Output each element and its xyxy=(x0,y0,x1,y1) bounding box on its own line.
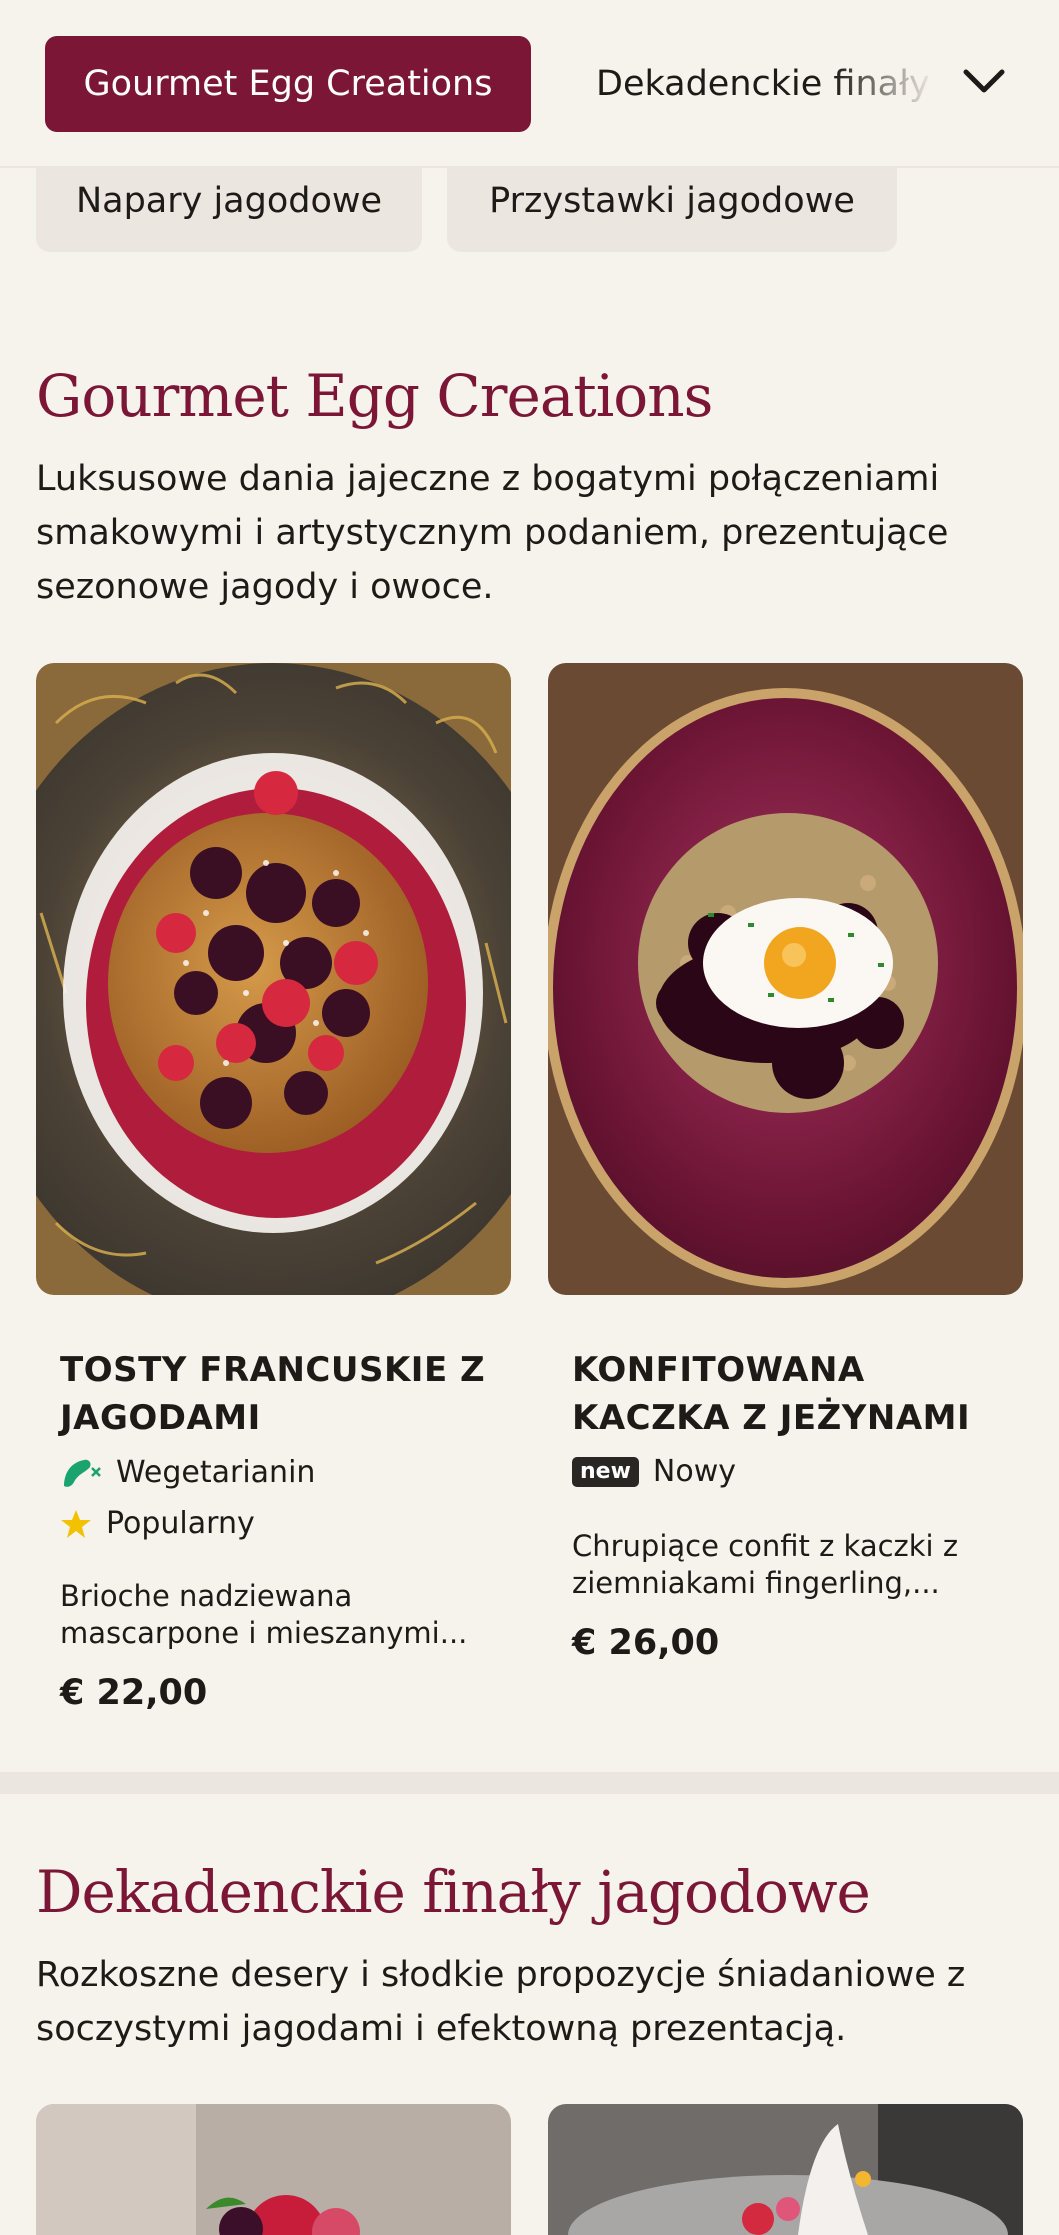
category-nav-bar: Gourmet Egg Creations Dekadenckie finały… xyxy=(0,0,1059,168)
dish-image-duck-confit[interactable] xyxy=(548,663,1023,1295)
new-badge-text: new xyxy=(572,1456,639,1487)
dish-tag: Wegetarianin xyxy=(60,1454,315,1490)
section-description: Luksusowe dania jajeczne z bogatymi połą… xyxy=(36,459,949,607)
tag-label: Popularny xyxy=(106,1506,255,1541)
star-icon xyxy=(60,1508,92,1540)
section-title: Gourmet Egg Creations xyxy=(36,362,713,430)
dish-description: Chrupiące confit z kaczki z ziemniakami … xyxy=(572,1529,959,1600)
new-badge: new xyxy=(572,1456,639,1487)
dish-image-dessert[interactable] xyxy=(548,2104,1023,2235)
dish-price: € 22,00 xyxy=(60,1673,208,1713)
section-divider xyxy=(0,1772,1059,1794)
dish-tag: Popularny xyxy=(60,1506,255,1541)
section-title: Dekadenckie finały jagodowe xyxy=(36,1858,871,1926)
dish-tag: new Nowy xyxy=(572,1454,736,1489)
tag-label: Nowy xyxy=(652,1454,737,1489)
vegetarian-icon xyxy=(60,1454,102,1490)
chevron-down-icon[interactable] xyxy=(960,62,1008,102)
dish-name: KONFITOWANA KACZKA Z JEŻYNAMI xyxy=(572,1350,971,1438)
dish-image-french-toast[interactable] xyxy=(36,663,511,1295)
section-description: Rozkoszne desery i słodkie propozycje śn… xyxy=(36,1955,966,2049)
tag-label: Wegetarianin xyxy=(116,1454,316,1490)
dish-name: TOSTY FRANCUSKIE Z JAGODAMI xyxy=(60,1350,486,1438)
dish-image-dessert[interactable] xyxy=(36,2104,511,2235)
dish-description: Brioche nadziewana mascarpone i mieszany… xyxy=(60,1579,468,1650)
dish-price: € 26,00 xyxy=(572,1623,720,1663)
nav-tab-active[interactable]: Gourmet Egg Creations xyxy=(45,36,531,132)
nav-tab-next[interactable]: Dekadenckie finały jagodowe xyxy=(596,58,936,110)
